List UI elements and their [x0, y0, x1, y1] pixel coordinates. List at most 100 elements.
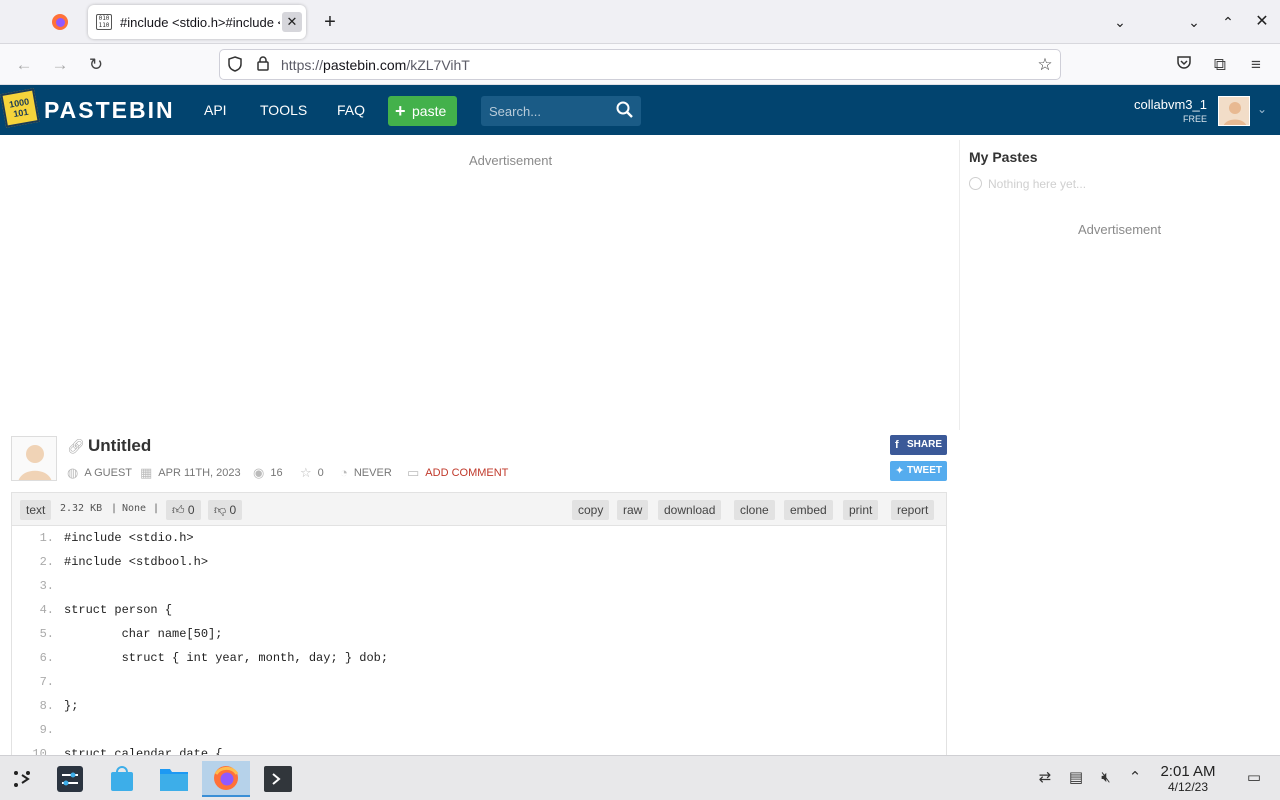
lock-icon[interactable] — [254, 56, 272, 74]
add-comment-link[interactable]: ▭ ADD COMMENT — [407, 465, 508, 481]
dislike-button[interactable]: 👎︎ 0 — [208, 500, 243, 520]
clone-button[interactable]: clone — [734, 500, 775, 520]
tab-close-icon[interactable]: ✕ — [282, 12, 302, 32]
main-advertisement-label: Advertisement — [469, 153, 553, 168]
terminal-icon[interactable] — [260, 761, 296, 797]
separator: | — [153, 503, 160, 514]
code-line: 5. char name[50]; — [12, 622, 946, 646]
pastebin-logo-icon[interactable]: 1000 101 — [0, 88, 40, 128]
paste-author[interactable]: ◍ A GUEST — [67, 465, 132, 481]
clock-date[interactable]: 4/12/23 — [1152, 780, 1224, 794]
taskbar: ⇄ ▤ 🔇︎ ⌃ ▭ — [0, 755, 1280, 800]
globe-icon — [969, 177, 982, 190]
pastebin-brand[interactable]: PASTEBIN — [44, 97, 175, 124]
facebook-icon: f — [895, 439, 899, 451]
system-settings-icon[interactable] — [52, 761, 88, 797]
copy-button[interactable]: copy — [572, 500, 610, 520]
tweet-button[interactable]: ✦ TWEET — [890, 461, 947, 481]
plus-icon: + — [395, 101, 406, 121]
nav-link-api[interactable]: API — [204, 102, 227, 118]
nav-link-faq[interactable]: FAQ — [337, 102, 365, 118]
code-text: #include <stdbool.h> — [64, 555, 209, 569]
clock-time[interactable]: 2:01 AM — [1152, 763, 1224, 780]
browser-tab-strip: 010 110 #include <stdio.h>#include <stdb… — [0, 0, 1280, 44]
bomb-icon: ◔ — [340, 465, 348, 480]
line-number: 5. — [39, 627, 54, 641]
minimize-icon[interactable]: ⌄ — [1182, 10, 1206, 34]
raw-button[interactable]: raw — [617, 500, 649, 520]
sidebar-divider — [959, 140, 960, 430]
my-pastes-empty: Nothing here yet... — [969, 177, 1086, 191]
extensions-icon[interactable]: ⧉ — [1207, 52, 1233, 78]
shield-icon[interactable] — [226, 56, 244, 74]
bookmark-star-icon[interactable]: ☆ — [1036, 56, 1054, 74]
list-all-tabs-icon[interactable]: ⌄ — [1108, 10, 1132, 34]
app-launcher-icon[interactable] — [4, 761, 40, 797]
nav-link-tools[interactable]: TOOLS — [260, 102, 307, 118]
new-paste-button[interactable]: + paste — [388, 96, 457, 126]
firefox-icon — [52, 14, 68, 30]
code-view[interactable]: 1. #include <stdio.h> 2. #include <stdbool… — [11, 526, 947, 766]
search-icon[interactable] — [615, 100, 635, 120]
paste-stars: ☆ 0 — [300, 465, 324, 480]
network-icon[interactable]: ⇄ — [1034, 767, 1056, 789]
volume-muted-icon[interactable]: 🔇︎ — [1095, 767, 1117, 789]
clipboard-icon[interactable]: ▤ — [1065, 767, 1087, 789]
pocket-icon[interactable] — [1171, 52, 1197, 78]
user-info[interactable]: collabvm3_1 FREE — [1134, 97, 1207, 124]
line-number: 3. — [39, 579, 54, 593]
pinned-tab-firefox[interactable] — [40, 6, 80, 38]
report-button[interactable]: report — [891, 500, 935, 520]
syntax-badge[interactable]: text — [20, 500, 52, 520]
share-facebook-button[interactable]: f SHARE — [890, 435, 947, 455]
comment-icon: ▭ — [407, 465, 420, 480]
code-text: #include <stdio.h> — [64, 531, 194, 545]
url-text[interactable]: https://pastebin.com/kZL7VihT — [281, 57, 470, 73]
sidebar-advertisement-label: Advertisement — [1078, 222, 1162, 237]
pastebin-header: 1000 101 PASTEBIN API TOOLS FAQ +paste c… — [0, 85, 1280, 135]
download-button[interactable]: download — [658, 500, 722, 520]
url-bar[interactable]: https://pastebin.com/kZL7VihT ☆ — [219, 49, 1061, 80]
paste-size: 2.32 KB — [60, 503, 103, 514]
eye-icon: ◉ — [253, 465, 265, 480]
line-number: 6. — [39, 651, 54, 665]
separator: | — [111, 503, 118, 514]
paste-title: Untitled — [88, 436, 152, 455]
close-window-icon[interactable]: ✕ — [1250, 10, 1274, 34]
active-tab[interactable]: 010 110 #include <stdio.h>#include <stdb… — [88, 5, 306, 39]
paste-expiry: ◔ NEVER — [340, 465, 392, 480]
line-number: 2. — [39, 555, 54, 569]
user-avatar[interactable] — [1218, 96, 1250, 126]
like-button[interactable]: 👍︎ 0 — [166, 500, 201, 520]
twitter-icon: ✦ — [895, 465, 905, 477]
maximize-icon[interactable]: ⌃ — [1216, 10, 1240, 34]
code-line: 6. struct { int year, month, day; } dob; — [12, 646, 946, 670]
discover-store-icon[interactable] — [104, 761, 140, 797]
paste-toolbar: text 2.32 KB | None | 👍︎ 0 👎︎ 0 copy raw… — [11, 492, 947, 526]
back-arrow-icon[interactable]: ← — [11, 52, 37, 78]
embed-button[interactable]: embed — [784, 500, 833, 520]
forward-arrow-icon[interactable]: → — [47, 52, 73, 78]
menu-hamburger-icon[interactable]: ≡ — [1243, 52, 1269, 78]
reload-icon[interactable]: ↻ — [83, 52, 109, 78]
file-manager-icon[interactable] — [156, 761, 192, 797]
line-number: 8. — [39, 699, 54, 713]
paste-date: ▦ APR 11TH, 2023 — [140, 465, 241, 480]
code-line: 4. struct person { — [12, 598, 946, 622]
new-tab-button[interactable]: + — [318, 10, 342, 34]
line-number: 1. — [39, 531, 54, 545]
firefox-taskbar-icon[interactable] — [202, 761, 250, 797]
paste-views: ◉ 16 — [253, 465, 283, 480]
tray-expand-chevron-up-icon[interactable]: ⌃ — [1124, 767, 1146, 789]
line-number: 4. — [39, 603, 54, 617]
search-input[interactable] — [481, 96, 611, 126]
thumbs-up-icon: 👍︎ — [172, 503, 185, 517]
browser-navigation-bar: ← → ↻ https://pastebin.com/kZL7VihT ☆ ⧉ … — [0, 44, 1280, 85]
code-line: 7. — [12, 670, 946, 694]
user-menu-chevron-down-icon[interactable]: ⌄ — [1257, 102, 1267, 116]
print-button[interactable]: print — [843, 500, 879, 520]
code-text: struct person { — [64, 603, 173, 617]
show-desktop-icon[interactable]: ▭ — [1243, 767, 1265, 789]
code-line: 9. — [12, 718, 946, 742]
thumbs-down-icon: 👎︎ — [214, 503, 227, 517]
